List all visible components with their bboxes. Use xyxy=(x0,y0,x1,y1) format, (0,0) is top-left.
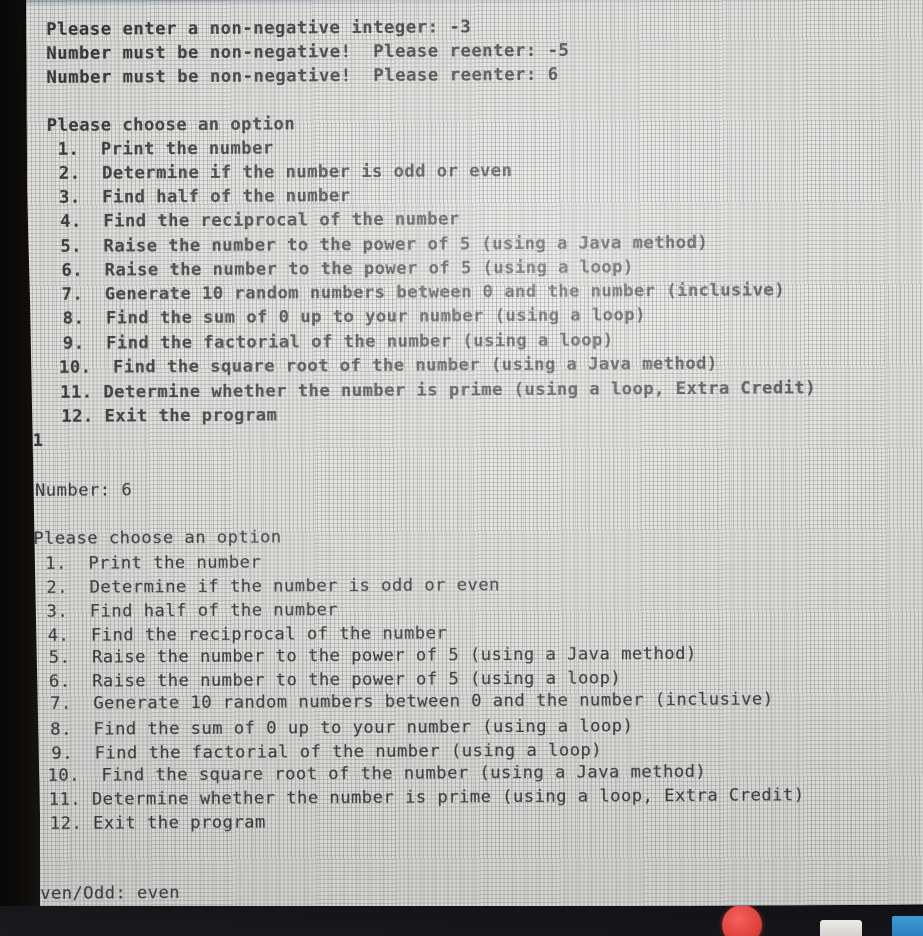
blue-app-icon[interactable] xyxy=(892,916,923,936)
menu-2-header: Please choose an option xyxy=(33,527,282,549)
menu-2-option-7: 7. Generate 10 random numbers between 0 … xyxy=(39,689,774,714)
menu-option-9: 9. Find the factorial of the number (usi… xyxy=(52,330,614,354)
screen-photo: Please enter a non-negative integer: -3 … xyxy=(0,0,923,936)
menu-2-option-6: 6. Raise the number to the power of 5 (u… xyxy=(38,668,622,692)
prompt-line: Please enter a non-negative integer: -3 xyxy=(46,17,472,40)
window-icon[interactable] xyxy=(820,920,862,936)
monitor-screen: Please enter a non-negative integer: -3 … xyxy=(26,0,923,910)
menu-2-option-4: 4. Find the reciprocal of the number xyxy=(36,623,448,646)
menu-2-option-2: 2. Determine if the number is odd or eve… xyxy=(35,575,500,598)
menu-option-12: 12. Exit the program xyxy=(50,405,278,427)
menu-option-6: 6. Raise the number to the power of 5 (u… xyxy=(50,257,634,281)
menu-option-2: 2. Determine if the number is odd or eve… xyxy=(48,161,513,184)
menu-option-10: 10. Find the square root of the number (… xyxy=(48,353,718,378)
menu-option-3: 3. Find half of the number xyxy=(48,186,351,208)
menu-option-11: 11. Determine whether the number is prim… xyxy=(49,378,817,403)
menu-2-option-5: 5. Raise the number to the power of 5 (u… xyxy=(37,643,697,668)
menu-2-option-10: 10. Find the square root of the number (… xyxy=(36,761,707,786)
menu-option-1: 1. Print the number xyxy=(46,138,274,160)
menu-option-5: 5. Raise the number to the power of 5 (u… xyxy=(49,232,709,257)
menu-2-option-11: 11. Determine whether the number is prim… xyxy=(37,785,805,810)
menu-option-7: 7. Generate 10 random numbers between 0 … xyxy=(50,280,786,305)
taskbar-surface xyxy=(0,906,923,936)
menu-2-option-1: 1. Print the number xyxy=(34,552,262,574)
desktop-taskbar xyxy=(0,906,923,936)
reenter-line-1: Number must be non-negative! Please reen… xyxy=(46,40,570,64)
user-input-1: 1 xyxy=(32,430,44,451)
menu-option-8: 8. Find the sum of 0 up to your number (… xyxy=(51,305,646,329)
menu-2-option-8: 8. Find the sum of 0 up to your number (… xyxy=(39,716,634,740)
red-circle-icon[interactable] xyxy=(722,906,762,936)
console-output: Please enter a non-negative integer: -3 … xyxy=(26,0,923,910)
menu-header: Please choose an option xyxy=(46,114,296,136)
result-even-odd: Even/Odd: even xyxy=(29,883,180,904)
menu-2-option-9: 9. Find the factorial of the number (usi… xyxy=(40,740,603,764)
menu-2-option-3: 3. Find half of the number xyxy=(35,600,339,622)
menu-option-4: 4. Find the reciprocal of the number xyxy=(49,209,460,232)
reenter-line-2: Number must be non-negative! Please reen… xyxy=(46,64,559,88)
menu-2-option-12: 12. Exit the program xyxy=(38,812,266,834)
result-number: Number: 6 xyxy=(34,480,133,501)
